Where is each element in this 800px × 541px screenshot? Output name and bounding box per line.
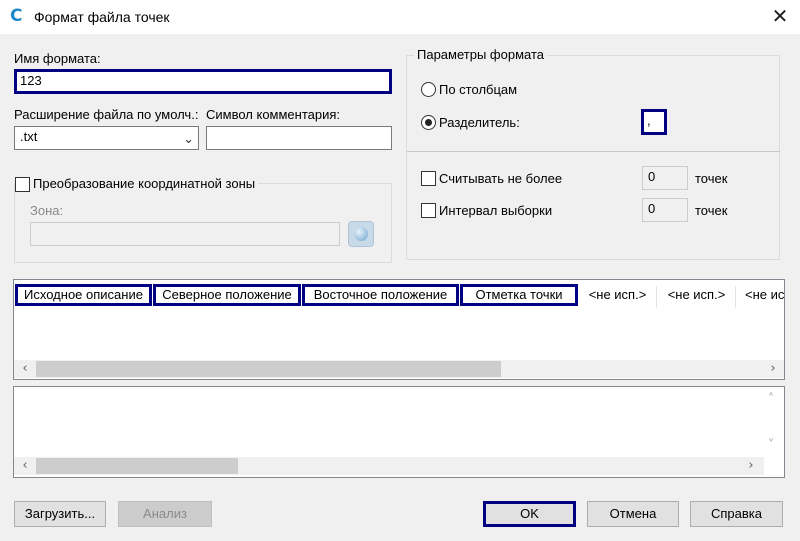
cancel-button[interactable]: Отмена xyxy=(587,501,679,527)
scroll-down-icon[interactable]: ˅ xyxy=(764,438,778,454)
format-params-title: Параметры формата xyxy=(414,47,547,62)
preview-scroll-right-icon[interactable]: › xyxy=(744,458,758,474)
zone-label: Зона: xyxy=(30,203,64,218)
delimiter-label: Разделитель: xyxy=(439,115,520,130)
window-title: Формат файла точек xyxy=(34,9,170,25)
column-header-3[interactable]: Восточное положение xyxy=(302,284,459,306)
sample-interval-label: Интервал выборки xyxy=(439,203,553,218)
read-max-checkbox[interactable] xyxy=(421,171,436,186)
scroll-left-icon[interactable]: ‹ xyxy=(18,361,32,377)
ok-button[interactable]: OK xyxy=(483,501,576,527)
delimiter-input[interactable]: , xyxy=(641,109,667,135)
sample-interval-checkbox[interactable] xyxy=(421,203,436,218)
read-max-input[interactable]: 0 xyxy=(642,166,688,190)
sample-interval-unit: точек xyxy=(695,203,728,218)
column-header-1[interactable]: Исходное описание xyxy=(15,284,152,306)
app-icon: C xyxy=(10,6,23,26)
column-header-4[interactable]: Отметка точки xyxy=(460,284,578,306)
by-columns-radio[interactable] xyxy=(421,82,436,97)
chevron-down-icon: ⌄ xyxy=(183,132,194,147)
by-columns-label: По столбцам xyxy=(439,82,518,97)
column-header-5[interactable]: <не исп.> xyxy=(579,286,657,308)
file-extension-value: .txt xyxy=(20,129,38,144)
close-button[interactable]: ✕ xyxy=(764,2,796,32)
globe-icon[interactable] xyxy=(348,221,374,247)
zone-input[interactable] xyxy=(30,222,340,246)
sample-interval-input[interactable]: 0 xyxy=(642,198,688,222)
scroll-right-icon[interactable]: › xyxy=(766,361,780,377)
zone-conversion-checkbox[interactable] xyxy=(15,177,30,192)
file-extension-label: Расширение файла по умолч.: xyxy=(14,107,199,122)
read-max-label: Считывать не более xyxy=(439,171,563,186)
comment-symbol-label: Символ комментария: xyxy=(206,107,341,122)
format-name-label: Имя формата: xyxy=(14,51,101,66)
load-button[interactable]: Загрузить... xyxy=(14,501,106,527)
help-button[interactable]: Справка xyxy=(690,501,783,527)
column-header-7[interactable]: <не ис xyxy=(737,286,784,308)
file-extension-dropdown[interactable]: .txt ⌄ xyxy=(14,126,199,150)
delimiter-radio[interactable] xyxy=(421,115,436,130)
preview-scroll-left-icon[interactable]: ‹ xyxy=(18,458,32,474)
zone-conversion-label: Преобразование координатной зоны xyxy=(30,176,259,191)
format-name-input[interactable]: 123 xyxy=(14,69,392,94)
column-header-2[interactable]: Северное положение xyxy=(153,284,301,306)
read-max-unit: точек xyxy=(695,171,728,186)
scroll-up-icon[interactable]: ˄ xyxy=(764,392,778,408)
analyze-button[interactable]: Анализ xyxy=(118,501,212,527)
column-list-scroll-thumb[interactable] xyxy=(36,361,501,377)
preview-scroll-thumb[interactable] xyxy=(36,458,238,474)
column-header-6[interactable]: <не исп.> xyxy=(658,286,736,308)
format-params-separator xyxy=(407,151,780,152)
comment-symbol-input[interactable] xyxy=(206,126,392,150)
